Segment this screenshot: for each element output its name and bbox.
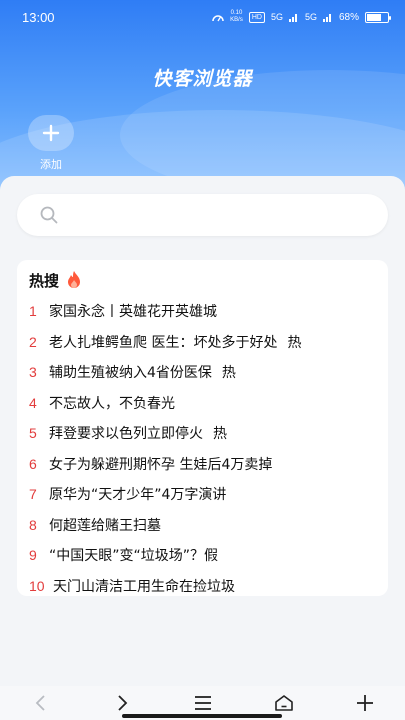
hot-badge: 热 [213, 426, 227, 443]
hot-search-rank: 3 [29, 364, 37, 381]
add-button[interactable] [28, 115, 74, 151]
hot-search-rank: 8 [29, 516, 37, 533]
search-bar[interactable] [17, 194, 388, 236]
network-speed: 0.10 KB/s [230, 10, 243, 24]
hot-search-item[interactable]: 2 老人扎堆鳄鱼爬 医生：坏处多于好处热 [29, 327, 376, 358]
hot-search-header: 热搜 [29, 270, 376, 290]
forward-icon [117, 695, 127, 711]
home-icon [274, 695, 293, 711]
quick-add-shortcut[interactable]: 添加 [27, 115, 75, 172]
hot-badge: 热 [221, 365, 236, 382]
hot-search-item[interactable]: 3 辅助生殖被纳入4省份医保热 [29, 357, 376, 388]
hot-search-rank: 5 [29, 425, 37, 442]
menu-icon [194, 696, 211, 710]
hot-search-rank: 1 [29, 303, 37, 320]
hot-search-item[interactable]: 7 原华为“天才少年”4万字演讲 [29, 479, 376, 510]
hot-search-text: 不忘故人，不负春光 [49, 395, 175, 412]
battery-icon [365, 11, 391, 23]
hot-search-text: 老人扎堆鳄鱼爬 医生：坏处多于好处 [49, 334, 278, 351]
hot-search-item[interactable]: 6 女子为躲避刑期怀孕 生娃后4万卖掉 [29, 449, 376, 480]
home-indicator[interactable] [122, 714, 282, 718]
hd-badge: HD [248, 11, 265, 23]
hot-search-item[interactable]: 1 家国永念丨英雄花开英雄城 [29, 296, 376, 327]
add-label: 添加 [40, 158, 62, 171]
status-time: 13:00 [22, 9, 55, 25]
signal-5g-2: 5G [304, 12, 317, 22]
hot-search-rank: 10 [29, 577, 45, 594]
hot-search-text: 何超莲给赌王扫墓 [49, 517, 161, 534]
fire-icon [68, 271, 81, 288]
app-title: 快客浏览器 [152, 68, 253, 90]
hot-search-rank: 2 [29, 333, 37, 350]
new-tab-icon [356, 695, 373, 711]
hot-search-title: 热搜 [29, 271, 60, 290]
hot-search-item[interactable]: 10 天门山清洁工用生命在捡垃圾 [29, 571, 376, 602]
hot-badge: 热 [287, 334, 302, 351]
hot-search-text: 辅助生殖被纳入4省份医保 [49, 365, 212, 382]
signal-bars-icon [288, 14, 297, 22]
back-icon [35, 695, 45, 711]
hot-search-rank: 9 [29, 547, 37, 564]
plus-icon [42, 124, 60, 142]
status-bar: 13:00 0.10 KB/s HD 5G 5G 68% [0, 0, 405, 34]
network-speed-unit: KB/s [230, 17, 243, 23]
battery-percent: 68% [338, 11, 359, 23]
hot-search-item[interactable]: 9 “中国天眼”变“垃圾场”？假 [29, 540, 376, 571]
hot-search-text: 家国永念丨英雄花开英雄城 [49, 304, 217, 321]
hot-search-rank: 6 [29, 455, 37, 472]
hot-search-item[interactable]: 4 不忘故人，不负春光 [29, 388, 376, 419]
hot-search-rank: 7 [29, 486, 37, 503]
back-button[interactable] [21, 688, 61, 718]
signal-bars-icon [322, 14, 331, 22]
hot-search-list: 1 家国永念丨英雄花开英雄城 2 老人扎堆鳄鱼爬 医生：坏处多于好处热 3 辅助生殖被纳入… [29, 296, 376, 601]
network-speed-value: 0.10 [230, 10, 243, 16]
hot-search-item[interactable]: 5 拜登要求以色列立即停火热 [29, 418, 376, 449]
hot-search-text: 拜登要求以色列立即停火 [49, 426, 203, 443]
search-icon [40, 206, 58, 224]
hot-search-rank: 4 [29, 394, 37, 411]
hot-search-panel: 热搜 1 家国永念丨英雄花开英雄城 2 老人扎堆鳄鱼爬 医生：坏处多于好处热 3 辅助生殖… [17, 260, 388, 596]
signal-5g-1: 5G [270, 12, 283, 22]
hot-search-text: 天门山清洁工用生命在捡垃圾 [53, 578, 235, 595]
search-input[interactable] [67, 207, 367, 223]
speedometer-icon [212, 15, 224, 22]
hot-search-item[interactable]: 8 何超莲给赌王扫墓 [29, 510, 376, 541]
new-tab-button[interactable] [345, 688, 385, 718]
hot-search-text: 原华为“天才少年”4万字演讲 [49, 487, 227, 504]
battery-fill [367, 13, 381, 21]
hot-search-text: “中国天眼”变“垃圾场”？假 [49, 548, 219, 565]
status-icons: 0.10 KB/s HD 5G 5G 68% [212, 10, 391, 24]
hot-search-text: 女子为躲避刑期怀孕 生娃后4万卖掉 [49, 456, 273, 473]
